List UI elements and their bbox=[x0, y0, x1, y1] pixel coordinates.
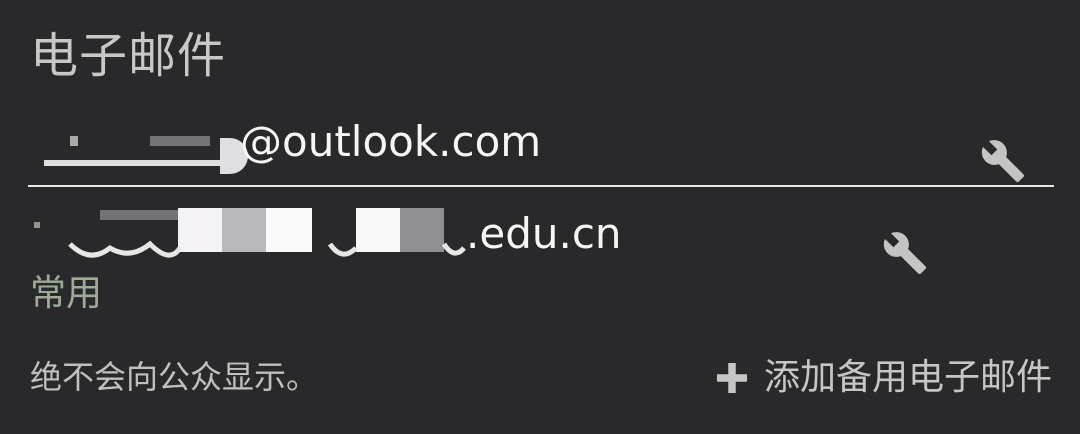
redacted-text bbox=[44, 136, 248, 174]
plus-icon bbox=[716, 363, 747, 393]
email-row-secondary[interactable]: .edu.cn bbox=[0, 196, 1080, 276]
usage-label: 常用 bbox=[30, 273, 103, 314]
email-address-secondary: .edu.cn bbox=[466, 209, 622, 258]
add-alternate-email-button[interactable]: 添加备用电子邮件 bbox=[714, 352, 1052, 404]
visibility-note: 绝不会向公众显示。 bbox=[30, 358, 319, 396]
wrench-icon[interactable] bbox=[882, 230, 928, 276]
add-alternate-email-label: 添加备用电子邮件 bbox=[763, 357, 1052, 398]
email-row-primary[interactable]: @outlook.com bbox=[0, 110, 1080, 190]
section-title: 电子邮件 bbox=[30, 28, 227, 84]
divider bbox=[28, 185, 1054, 187]
email-address-primary: @outlook.com bbox=[240, 117, 542, 166]
wrench-icon[interactable] bbox=[980, 138, 1026, 184]
redacted-text bbox=[34, 208, 466, 258]
